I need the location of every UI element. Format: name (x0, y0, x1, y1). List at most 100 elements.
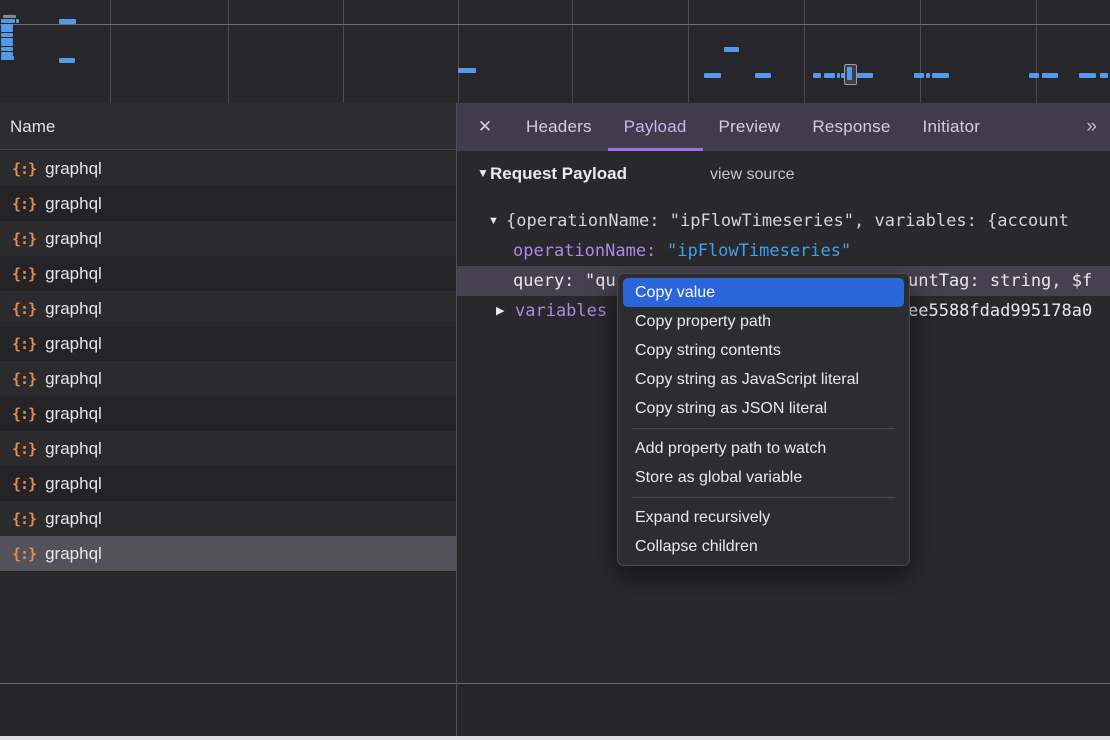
section-collapse-icon[interactable]: ▼ (477, 166, 489, 180)
tab-preview[interactable]: Preview (703, 103, 797, 151)
property-value-left: "qu (585, 266, 616, 296)
details-tab-bar: ✕ HeadersPayloadPreviewResponseInitiator… (457, 103, 1110, 151)
json-braces-icon: {:} (12, 545, 36, 563)
overview-gridline (1036, 0, 1037, 103)
request-row[interactable]: {:}graphql (0, 536, 456, 571)
waterfall-bar (16, 19, 19, 23)
request-row[interactable]: {:} graphql (0, 431, 456, 466)
json-braces-icon: {:} (12, 335, 36, 353)
request-payload-section-header: ▼ Request Payload view source (457, 151, 1110, 206)
json-braces-icon: {:} (12, 405, 36, 423)
section-title: Request Payload (490, 164, 627, 184)
menu-item[interactable]: Expand recursively (623, 503, 904, 532)
request-row[interactable]: {:} graphql (0, 151, 456, 186)
waterfall-bar (724, 47, 739, 52)
panel-splitter[interactable] (456, 103, 457, 736)
tab-initiator[interactable]: Initiator (907, 103, 997, 151)
overview-gridline (343, 0, 344, 103)
request-list-empty-area (0, 571, 456, 683)
request-row[interactable]: {:}graphql (0, 256, 456, 291)
overview-gridline (920, 0, 921, 103)
waterfall-bar (59, 58, 75, 63)
json-braces-icon: {:} (12, 440, 36, 458)
expand-arrow-icon[interactable]: ▼ (488, 206, 499, 236)
request-row[interactable]: {:} graphql (0, 291, 456, 326)
request-row[interactable]: {:}graphql (0, 361, 456, 396)
json-braces-icon: {:} (12, 300, 36, 318)
tab-headers[interactable]: Headers (510, 103, 608, 151)
overview-gridline (572, 0, 573, 103)
property-value-right: untTag: string, $f (908, 266, 1092, 296)
request-name: graphql (45, 509, 102, 529)
request-name: graphql (45, 334, 102, 354)
name-column-header[interactable]: Name (0, 103, 456, 150)
menu-item[interactable]: Store as global variable (623, 463, 904, 492)
close-icon[interactable]: ✕ (477, 103, 493, 151)
request-row[interactable]: {:}graphql (0, 501, 456, 536)
payload-preview-row[interactable]: ▼ {operationName: "ipFlowTimeseries", va… (457, 206, 1110, 236)
view-source-link[interactable]: view source (710, 166, 794, 184)
menu-item[interactable]: Copy string contents (623, 336, 904, 365)
collapse-arrow-icon[interactable]: ▶ (496, 296, 504, 326)
request-row[interactable]: {:} graphql (0, 326, 456, 361)
property-key: variables (515, 296, 607, 326)
request-row[interactable]: {:}graphql (0, 221, 456, 256)
tab-response[interactable]: Response (796, 103, 906, 151)
tab-list: HeadersPayloadPreviewResponseInitiator (510, 103, 996, 151)
request-row[interactable]: {:} graphql (0, 396, 456, 431)
overview-gridline (688, 0, 689, 103)
waterfall-bar (1100, 73, 1108, 78)
property-value-right: ee5588fdad995178a0 (908, 296, 1092, 326)
context-menu: Copy valueCopy property pathCopy string … (617, 273, 910, 566)
menu-separator (632, 497, 895, 498)
request-name: graphql (45, 474, 102, 494)
overview-gridline (804, 0, 805, 103)
payload-operationname-row[interactable]: operationName: "ipFlowTimeseries" (457, 236, 1110, 266)
menu-item[interactable]: Copy value (623, 278, 904, 307)
request-name: graphql (45, 404, 102, 424)
json-braces-icon: {:} (12, 195, 36, 213)
overview-gridline (458, 0, 459, 103)
waterfall-bar (1, 42, 13, 46)
waterfall-bar (755, 73, 771, 78)
request-name: graphql (45, 369, 102, 389)
waterfall-bar (59, 19, 76, 24)
overview-baseline (0, 24, 1110, 25)
waterfall-bar (1, 56, 14, 60)
waterfall-bar (3, 15, 16, 18)
more-tabs-icon[interactable]: » (1086, 103, 1110, 151)
request-row[interactable]: {:}graphql (0, 186, 456, 221)
request-row[interactable]: {:} graphql (0, 466, 456, 501)
waterfall-bar (926, 73, 930, 78)
request-name: graphql (45, 264, 102, 284)
waterfall-bar (1079, 73, 1096, 78)
overview-gridline (228, 0, 229, 103)
json-braces-icon: {:} (12, 230, 36, 248)
request-name: graphql (45, 299, 102, 319)
overview-gridline (110, 0, 111, 103)
waterfall-bar (1, 28, 13, 32)
waterfall-bar (914, 73, 924, 78)
menu-item[interactable]: Copy property path (623, 307, 904, 336)
menu-item[interactable]: Copy string as JSON literal (623, 394, 904, 423)
waterfall-bar (1, 47, 13, 51)
tab-payload[interactable]: Payload (608, 103, 703, 151)
json-braces-icon: {:} (12, 475, 36, 493)
waterfall-bar (458, 68, 476, 73)
request-list: {:} graphql {:} graphql {:} graphql {:} graphql… (0, 151, 456, 571)
request-name: graphql (45, 159, 102, 179)
waterfall-bar (1, 19, 15, 23)
menu-item[interactable]: Collapse children (623, 532, 904, 561)
waterfall-bar (856, 73, 873, 78)
waterfall-bar (1, 33, 13, 37)
menu-item[interactable]: Add property path to watch (623, 434, 904, 463)
window-bottom-edge (0, 736, 1110, 740)
waterfall-bar (824, 73, 835, 78)
json-braces-icon: {:} (12, 160, 36, 178)
status-footer (0, 683, 1110, 736)
network-overview-strip[interactable] (0, 0, 1110, 104)
menu-separator (632, 428, 895, 429)
request-name: graphql (45, 439, 102, 459)
menu-item[interactable]: Copy string as JavaScript literal (623, 365, 904, 394)
waterfall-bar (837, 73, 840, 78)
